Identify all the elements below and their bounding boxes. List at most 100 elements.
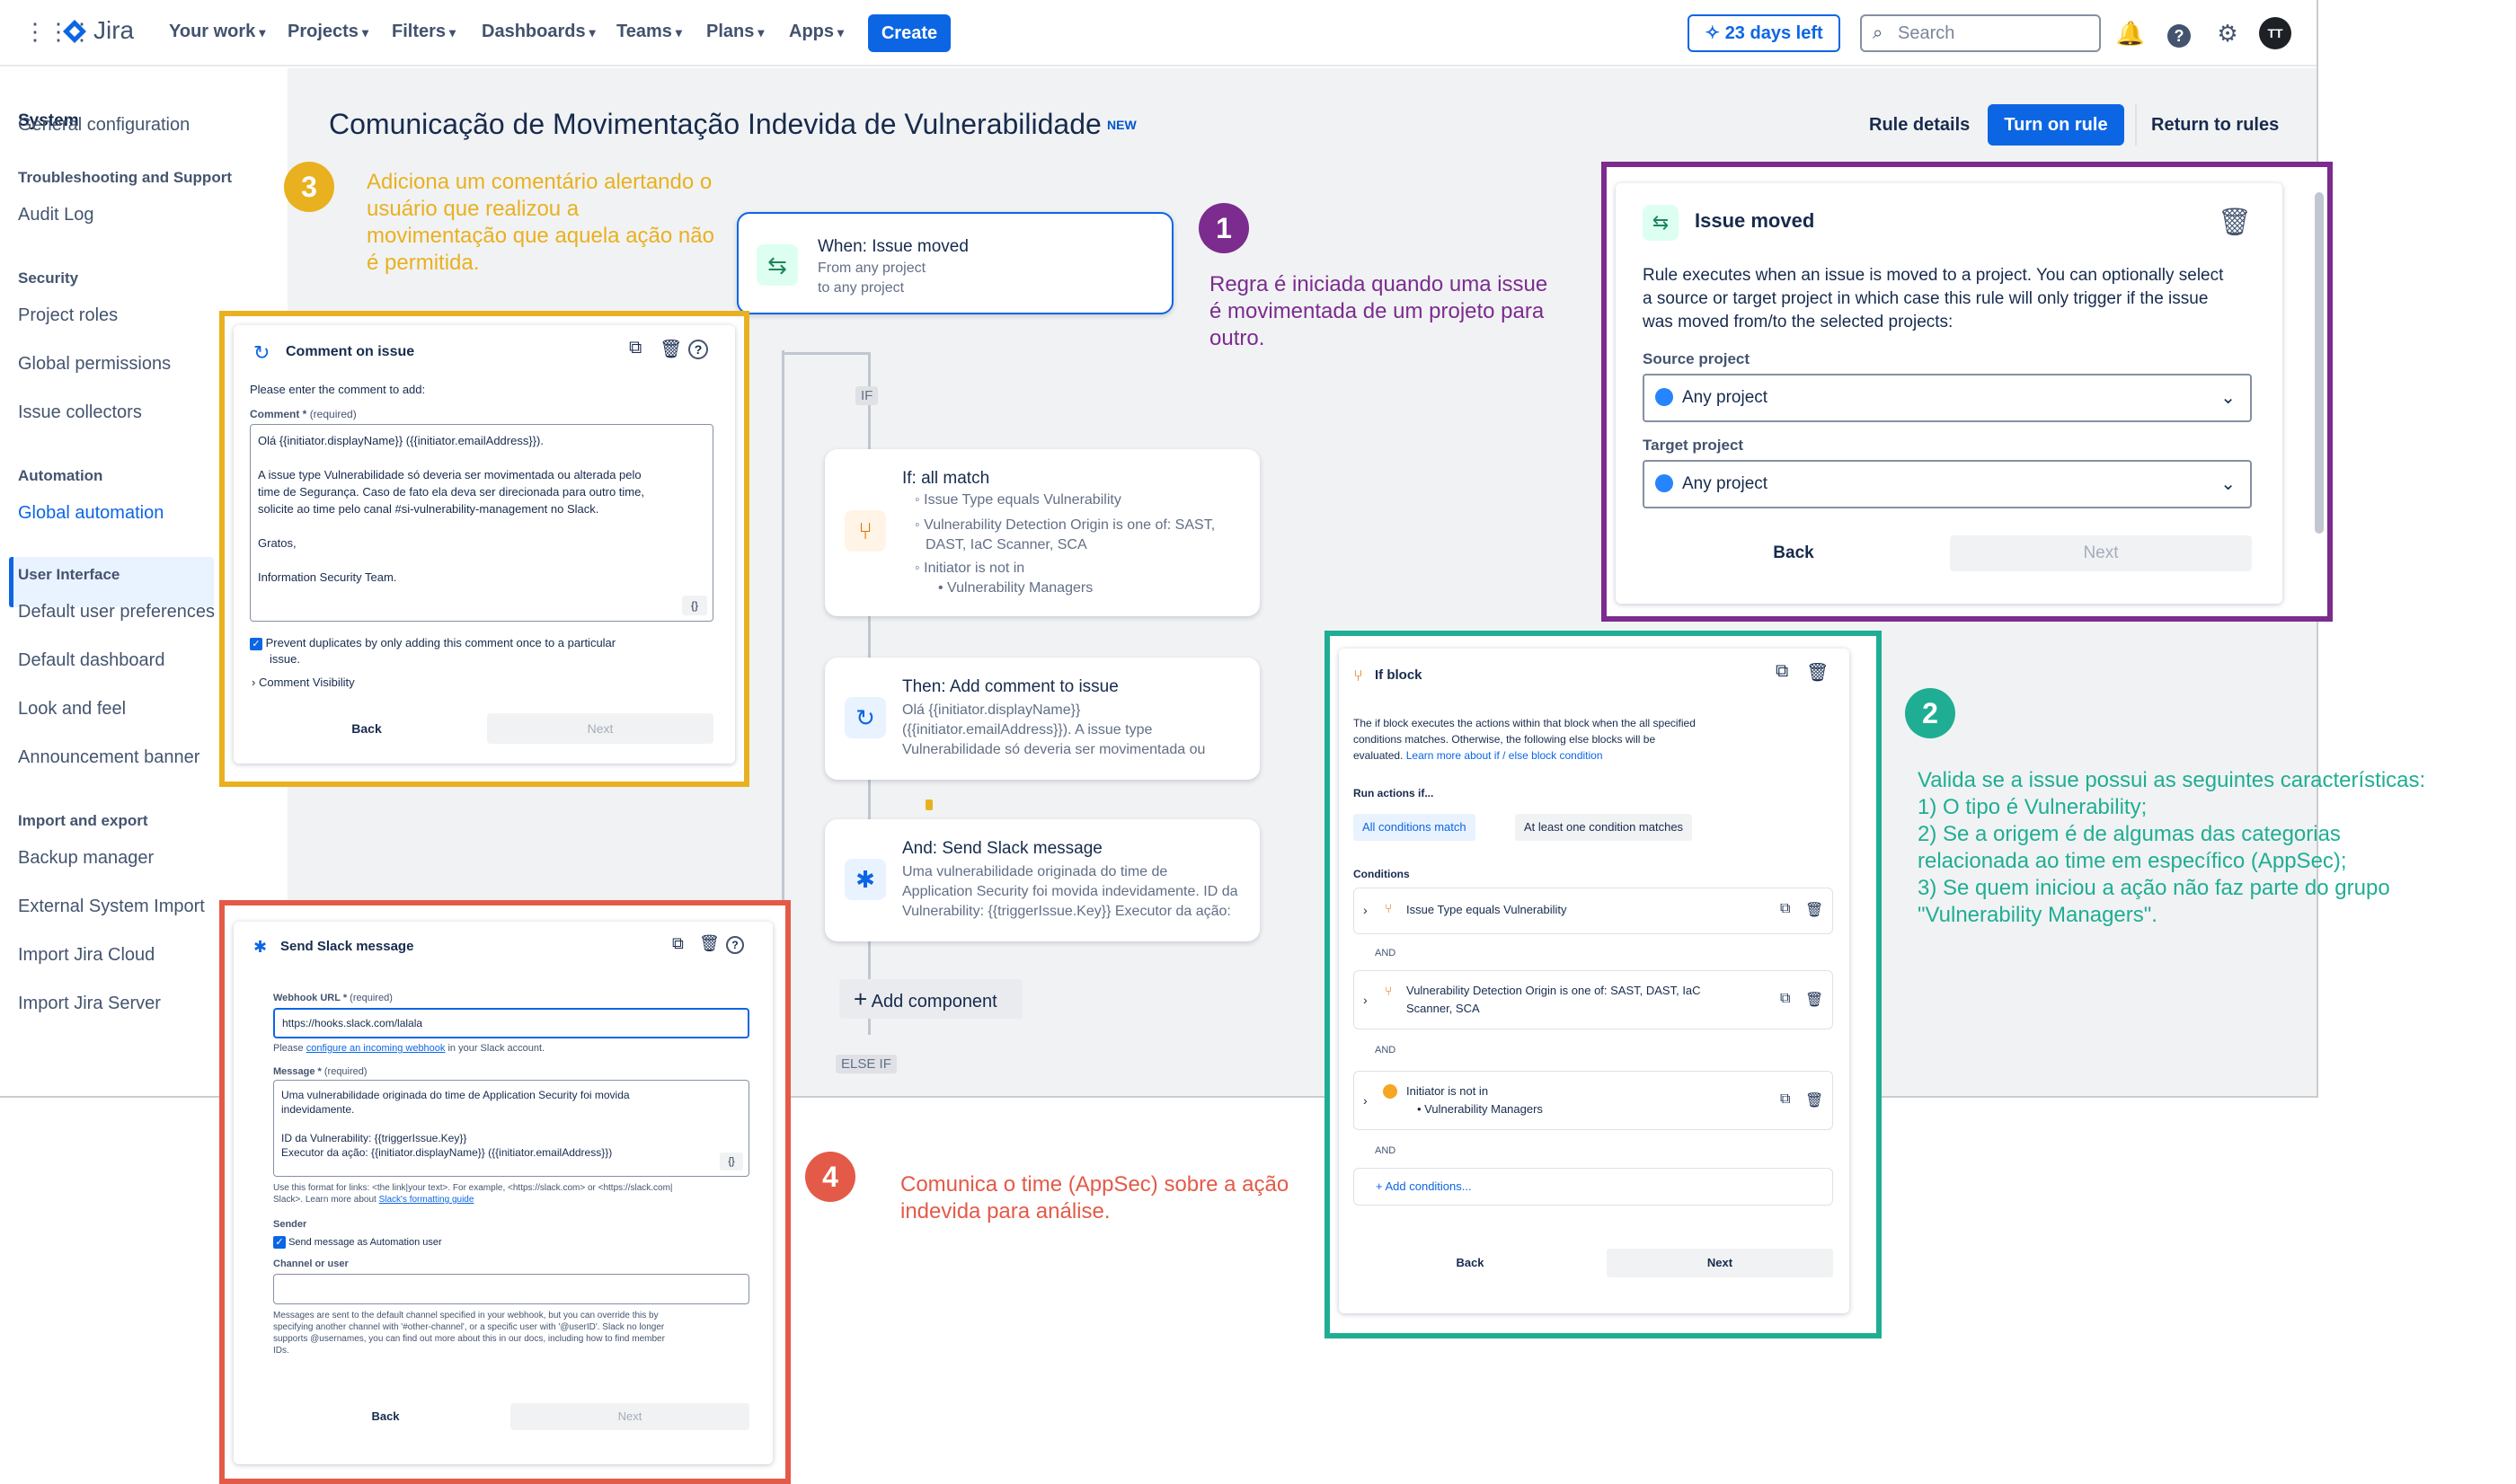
nav-plans[interactable]: Plans ▾ [706, 22, 764, 42]
message-text: Uma vulnerabilidade originada do time de… [281, 1088, 630, 1160]
trigger-card[interactable]: ⇆ When: Issue moved From any project to … [737, 212, 1174, 314]
trash-icon[interactable]: 🗑 [1805, 901, 1823, 919]
trash-icon[interactable]: 🗑 [1806, 661, 1829, 684]
sidebar-item[interactable]: Audit Log [18, 205, 94, 225]
sidebar-item[interactable]: Default dashboard [18, 650, 164, 671]
copy-icon[interactable]: ⧉ [672, 934, 684, 953]
comment-prompt: Please enter the comment to add: [250, 383, 426, 396]
sidebar-item[interactable]: Look and feel [18, 699, 126, 720]
learn-more-link[interactable]: Learn more about if / else block conditi… [1406, 749, 1603, 762]
configure-webhook-link[interactable]: configure an incoming webhook [306, 1043, 446, 1054]
copy-icon[interactable]: ⧉ [1780, 1091, 1790, 1108]
search-input[interactable]: ⌕ Search [1860, 14, 2101, 52]
smart-values-button[interactable]: {} [682, 596, 707, 615]
sidebar-item[interactable]: Default user preferences [18, 602, 215, 623]
back-button[interactable]: Back [273, 1403, 498, 1430]
return-to-rules-button[interactable]: Return to rules [2151, 115, 2279, 136]
issue-moved-icon: ⇆ [757, 244, 798, 286]
trash-icon[interactable]: 🗑 [2218, 207, 2252, 238]
panel-desc: was moved from/to the selected projects: [1643, 313, 1953, 331]
slack-message-card[interactable]: ✱ And: Send Slack message Uma vulnerabil… [825, 819, 1260, 941]
help-icon[interactable]: ? [2164, 18, 2194, 49]
app-switcher-icon[interactable]: ⋮⋮⋮ [23, 20, 93, 43]
nav-dashboards[interactable]: Dashboards ▾ [482, 22, 596, 42]
sidebar-item[interactable]: Global automation [18, 503, 164, 524]
then-comment-card[interactable]: ↻ Then: Add comment to issue Olá {{initi… [825, 658, 1260, 780]
create-button[interactable]: Create [868, 14, 951, 52]
page-title: Comunicação de Movimentação Indevida de … [329, 108, 1102, 140]
copy-icon[interactable]: ⧉ [1780, 901, 1790, 917]
sidebar-item[interactable]: Announcement banner [18, 747, 199, 768]
turn-on-rule-button[interactable]: Turn on rule [1988, 104, 2124, 146]
nav-your-work[interactable]: Your work ▾ [169, 22, 265, 42]
jira-logo-text[interactable]: Jira [93, 16, 134, 45]
condition-row[interactable]: › ⑂ Issue Type equals Vulnerability ⧉ 🗑 [1353, 888, 1833, 934]
nav-label: Plans [706, 22, 755, 41]
comment-refresh-icon: ↻ [845, 697, 886, 738]
next-button[interactable]: Next [1607, 1249, 1833, 1277]
send-as-automation-checkbox[interactable]: ✓ Send message as Automation user [273, 1236, 442, 1250]
chevron-down-icon: ▾ [757, 25, 765, 40]
next-button[interactable]: Next [487, 713, 713, 744]
nav-filters[interactable]: Filters ▾ [392, 22, 456, 42]
sidebar-item[interactable]: Issue collectors [18, 402, 142, 423]
target-project-select[interactable]: Any project ⌄ [1643, 460, 2252, 508]
next-button[interactable]: Next [510, 1403, 749, 1430]
checkbox-checked-icon: ✓ [273, 1236, 286, 1250]
sidebar-section-heading: Security [18, 269, 79, 287]
sidebar-item[interactable]: External System Import [18, 897, 205, 917]
source-project-select[interactable]: Any project ⌄ [1643, 374, 2252, 422]
nav-apps[interactable]: Apps ▾ [789, 22, 844, 42]
sidebar-item[interactable]: Import Jira Cloud [18, 945, 155, 966]
rule-details-button[interactable]: Rule details [1869, 115, 1970, 136]
if-condition-card[interactable]: ⑂ If: all match ◦ Issue Type equals Vuln… [825, 449, 1260, 616]
issue-moved-panel: ⇆ Issue moved 🗑 Rule executes when an is… [1616, 183, 2324, 604]
sidebar-item[interactable]: General configuration [18, 115, 190, 136]
settings-gear-icon[interactable]: ⚙ [2212, 18, 2243, 49]
comment-visibility-toggle[interactable]: › Comment Visibility [252, 676, 355, 689]
chevron-down-icon: ▾ [837, 25, 845, 40]
formatting-guide-link[interactable]: Slack's formatting guide [379, 1195, 474, 1205]
copy-icon[interactable]: ⧉ [1776, 661, 1788, 682]
panel-title: Send Slack message [280, 939, 414, 954]
smart-values-button[interactable]: {} [720, 1153, 743, 1170]
trial-days-button[interactable]: ✧ 23 days left [1688, 14, 1840, 52]
help-icon[interactable]: ? [688, 340, 708, 359]
copy-icon[interactable]: ⧉ [1780, 991, 1790, 1007]
next-button[interactable]: Next [1950, 535, 2252, 571]
help-icon[interactable]: ? [726, 936, 744, 954]
sidebar-item[interactable]: Project roles [18, 305, 118, 326]
all-conditions-option[interactable]: All conditions match [1353, 814, 1475, 841]
condition-row[interactable]: › Initiator is not in • Vulnerability Ma… [1353, 1071, 1833, 1130]
copy-icon[interactable]: ⧉ [629, 338, 642, 358]
if-line-text: Vulnerability Detection Origin is one of… [924, 517, 1216, 533]
trash-icon[interactable]: 🗑 [699, 934, 720, 953]
trash-icon[interactable]: 🗑 [1805, 991, 1823, 1009]
channel-input[interactable] [273, 1274, 749, 1304]
notifications-bell-icon[interactable]: 🔔 [2115, 18, 2146, 49]
jira-logo-icon[interactable] [61, 18, 88, 45]
message-textarea[interactable]: Uma vulnerabilidade originada do time de… [273, 1080, 749, 1177]
nav-projects[interactable]: Projects ▾ [288, 22, 368, 42]
sidebar-item[interactable]: Import Jira Server [18, 994, 161, 1014]
prevent-duplicates-checkbox[interactable]: ✓ Prevent duplicates by only adding this… [250, 636, 616, 650]
add-conditions-button[interactable]: + Add conditions... [1353, 1168, 1833, 1206]
condition-row[interactable]: › ⑂ Vulnerability Detection Origin is on… [1353, 970, 1833, 1029]
avatar[interactable]: TT [2259, 17, 2291, 49]
sidebar-item[interactable]: Global permissions [18, 354, 171, 375]
sidebar-item[interactable]: Backup manager [18, 848, 154, 869]
scrollbar[interactable] [2315, 192, 2324, 534]
add-component-button[interactable]: + Add component [839, 979, 1023, 1019]
trash-icon[interactable]: 🗑 [1805, 1091, 1823, 1109]
slack-icon: ✱ [253, 938, 268, 956]
trash-icon[interactable]: 🗑 [660, 338, 682, 360]
comment-textarea[interactable]: Olá {{initiator.displayName}} ({{initiat… [250, 424, 713, 622]
if-line: ◦ Vulnerability Detection Origin is one … [915, 517, 1216, 533]
back-button[interactable]: Back [1643, 535, 1945, 571]
nav-teams[interactable]: Teams ▾ [616, 22, 682, 42]
sidebar-section-heading: Troubleshooting and Support [18, 169, 232, 186]
webhook-url-input[interactable]: https://hooks.slack.com/lalala [273, 1008, 749, 1038]
back-button[interactable]: Back [1353, 1249, 1587, 1277]
at-least-one-option[interactable]: At least one condition matches [1515, 814, 1693, 841]
back-button[interactable]: Back [250, 713, 483, 744]
